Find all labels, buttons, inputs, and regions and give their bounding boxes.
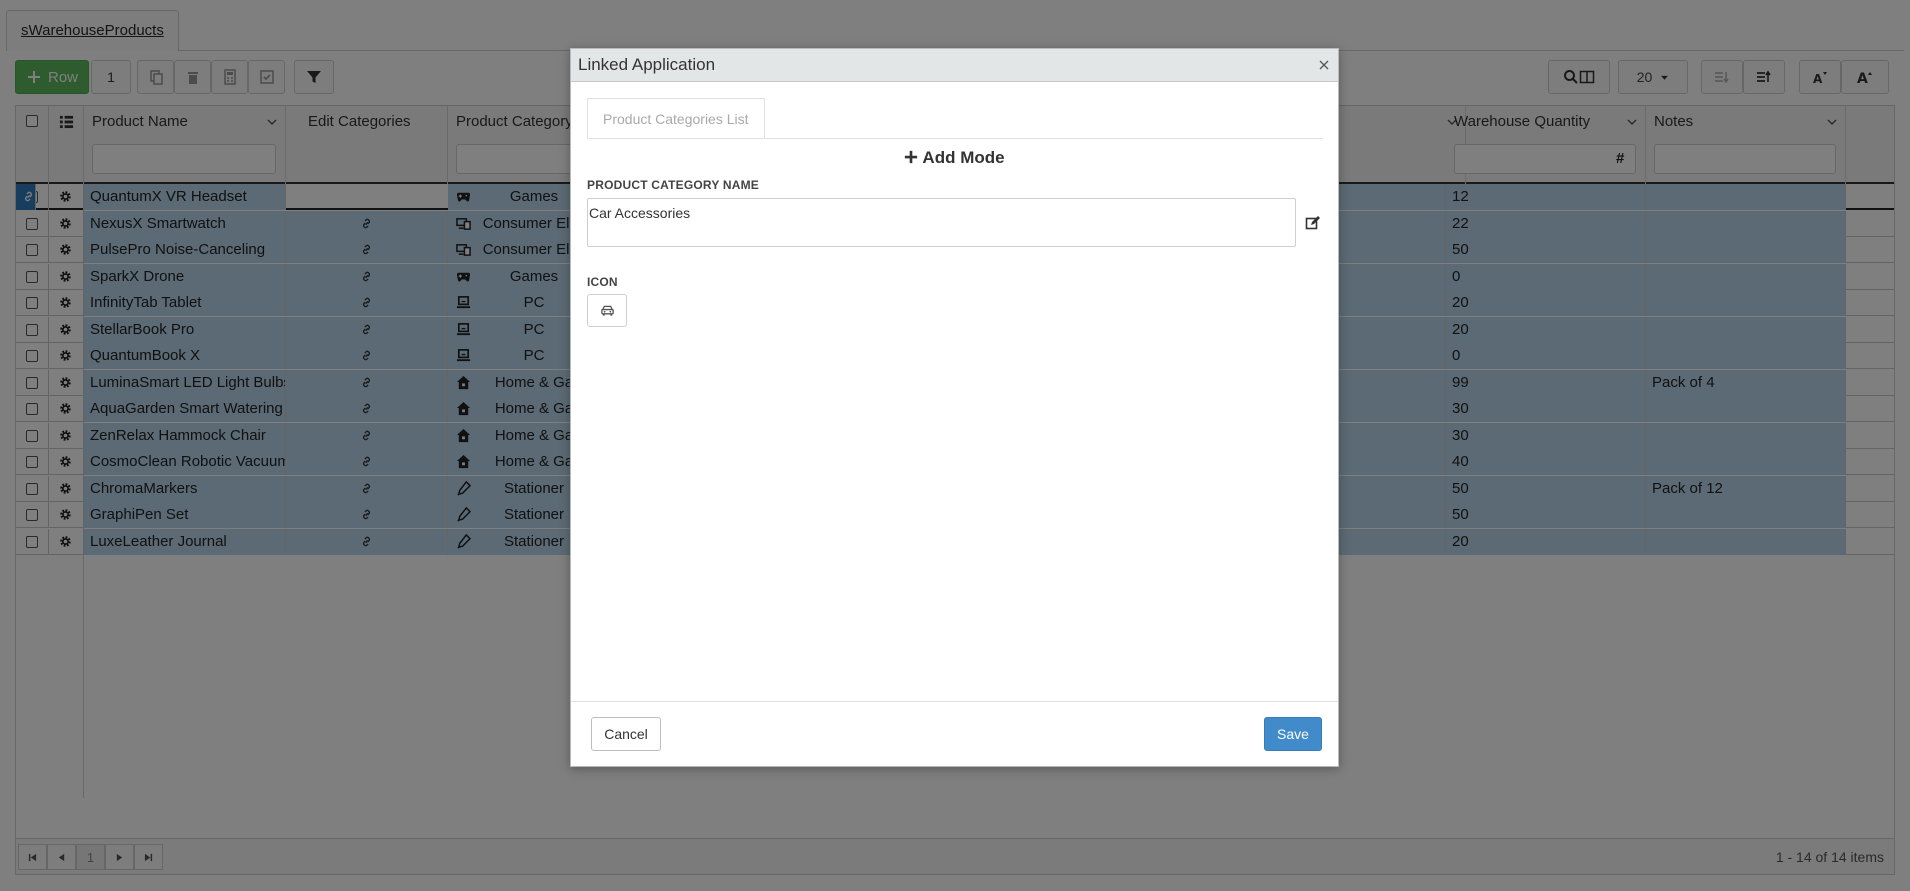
close-icon[interactable] [1318, 59, 1330, 71]
product-category-name-input[interactable]: Car Accessories [587, 198, 1296, 247]
dialog-title: Linked Application [578, 55, 716, 74]
edit-icon[interactable] [1305, 215, 1321, 231]
mode-label: Add Mode [922, 148, 1005, 167]
plus-icon [905, 150, 918, 164]
tab-product-categories-list[interactable]: Product Categories List [587, 98, 765, 138]
car-icon [600, 305, 614, 316]
app-window: sWarehouseProducts Row 1 20 [0, 0, 1910, 891]
icon-picker-button[interactable] [587, 294, 627, 327]
tab-divider [587, 138, 1323, 139]
dialog-titlebar: Linked Application [571, 49, 1338, 82]
product-category-name-label: PRODUCT CATEGORY NAME [587, 178, 759, 192]
save-button[interactable]: Save [1264, 717, 1322, 751]
linked-application-dialog: Linked Application Product Categories Li… [570, 48, 1339, 767]
icon-label: ICON [587, 275, 618, 289]
add-mode-heading: Add Mode [571, 148, 1338, 168]
dialog-footer-divider [571, 701, 1338, 702]
cancel-button[interactable]: Cancel [591, 717, 661, 751]
